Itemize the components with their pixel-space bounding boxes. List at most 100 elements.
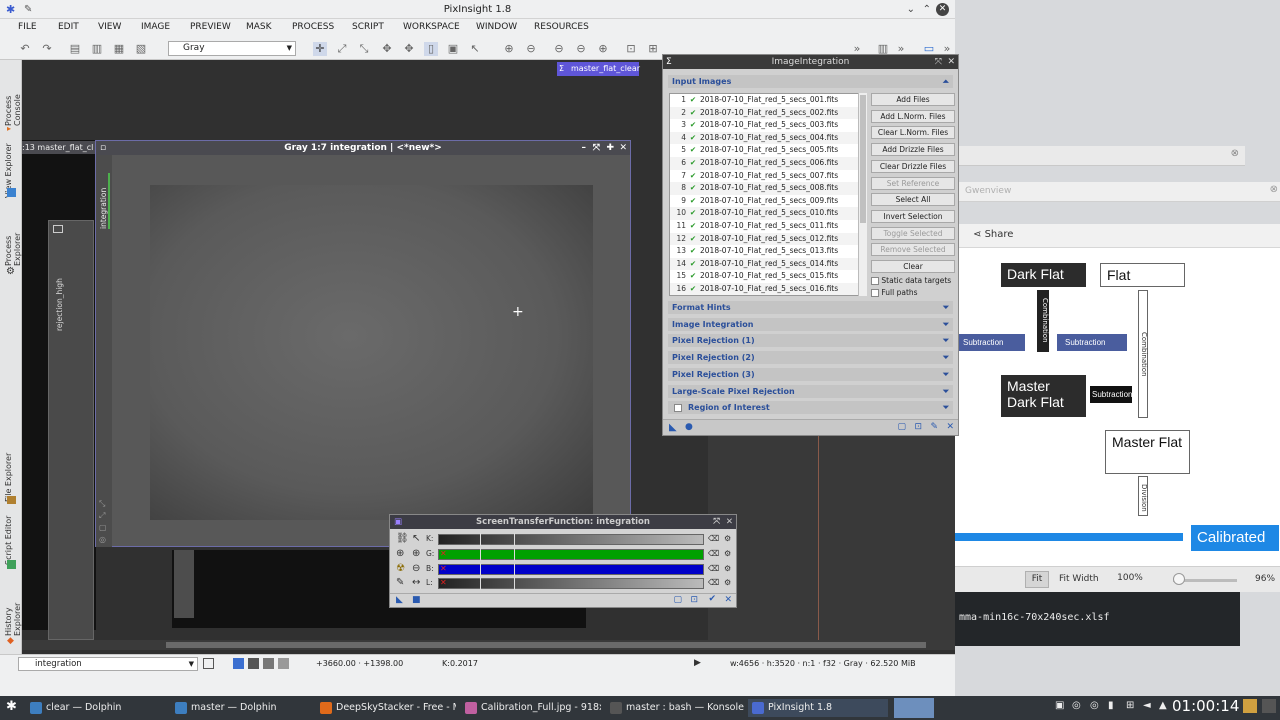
pager-desktop[interactable] <box>894 698 934 718</box>
close-icon[interactable]: ⊗ <box>1270 184 1278 195</box>
table-row[interactable]: 6 ✔ 2018-07-10_Flat_red_5_secs_006.fits <box>670 156 866 170</box>
section-image-integration[interactable]: Image Integration ⏷ <box>668 317 953 331</box>
pan-icon[interactable]: ✥ <box>380 42 394 56</box>
maximize-icon[interactable]: ✚ <box>606 141 614 155</box>
shadows-handle[interactable] <box>480 562 481 576</box>
view-icon[interactable] <box>203 658 214 669</box>
table-row[interactable]: 1 ✔ 2018-07-10_Flat_red_5_secs_001.fits <box>670 94 866 107</box>
play-icon[interactable]: ▶ <box>694 658 701 668</box>
pointer-icon[interactable]: ↖ <box>468 42 482 56</box>
section-input-images[interactable]: Input Images ⏶ <box>668 75 953 88</box>
set-reference-button[interactable]: Set Reference <box>871 176 955 190</box>
clear-l-norm-files-button[interactable]: Clear L.Norm. Files <box>871 126 955 140</box>
add-files-button[interactable]: Add Files <box>871 93 955 106</box>
toolbar-icon[interactable]: ▧ <box>134 42 148 56</box>
taskbar-task[interactable]: master — Dolphin <box>171 699 311 717</box>
stf-channel-row[interactable]: L: ✕ ⌫ ⚙ <box>426 577 731 591</box>
clear-button[interactable]: Clear <box>871 260 955 273</box>
taskbar-task[interactable]: master : bash — Konsole <box>606 699 746 717</box>
toolbar-icon[interactable]: ⊞ <box>646 42 660 56</box>
table-row[interactable]: 16 ✔ 2018-07-10_Flat_red_5_secs_016.fits <box>670 282 866 295</box>
checkmark-icon[interactable]: ✔ <box>708 594 716 604</box>
channel-icon[interactable] <box>278 658 289 669</box>
channel-icon[interactable] <box>248 658 259 669</box>
table-row[interactable]: 13 ✔ 2018-07-10_Flat_red_5_secs_013.fits <box>670 245 866 258</box>
table-row[interactable]: 5 ✔ 2018-07-10_Flat_red_5_secs_005.fits <box>670 144 866 157</box>
pin-icon[interactable]: ✎ <box>24 0 32 19</box>
list-scrollbar[interactable] <box>858 93 867 296</box>
redo-icon[interactable]: ↷ <box>40 42 54 56</box>
channel-settings-icon[interactable]: ⚙ <box>724 564 731 573</box>
zoom-out-icon[interactable]: ⊖ <box>574 42 588 56</box>
table-row[interactable]: 2 ✔ 2018-07-10_Flat_red_5_secs_002.fits <box>670 106 866 120</box>
stf-channel-row[interactable]: G: ✕ ⌫ ⚙ <box>426 547 731 561</box>
scrollbar-thumb[interactable] <box>860 95 866 223</box>
color-mode-select[interactable]: Gray ▼ <box>168 41 296 56</box>
track-view-icon[interactable]: ⊡ <box>690 595 698 605</box>
network-icon[interactable]: ⊞ <box>1126 700 1134 711</box>
menu-preview[interactable]: PREVIEW <box>190 22 231 32</box>
toolbar-icon[interactable]: ▦ <box>112 42 126 56</box>
add-l-norm-files-button[interactable]: Add L.Norm. Files <box>871 109 955 123</box>
shade-icon[interactable]: ⤧ <box>713 515 720 529</box>
fit-icon[interactable]: ⤢ <box>335 42 349 56</box>
apply-icon[interactable]: ■ <box>412 595 421 605</box>
minimize-icon[interactable]: – <box>582 141 587 155</box>
reset-icon[interactable]: ✕ <box>724 595 732 605</box>
reset-channel-icon[interactable]: ⌫ <box>708 564 719 573</box>
taskbar-task[interactable]: PixInsight 1.8 <box>748 699 888 717</box>
zoom-fit-icon[interactable]: ⤡ <box>357 42 371 56</box>
menu-resources[interactable]: RESOURCES <box>534 22 589 32</box>
master-flat-clear-badge[interactable]: Σ master_flat_clear <box>557 62 640 76</box>
add-drizzle-files-button[interactable]: Add Drizzle Files <box>871 143 955 157</box>
checkmark-icon[interactable]: ✔ <box>686 283 700 295</box>
tray-icon[interactable]: ◎ <box>1090 700 1099 711</box>
table-row[interactable]: 9 ✔ 2018-07-10_Flat_red_5_secs_009.fits <box>670 194 866 208</box>
workspace-hscroll[interactable] <box>22 640 955 650</box>
stf-slider-track[interactable] <box>438 548 704 560</box>
table-row[interactable]: 8 ✔ 2018-07-10_Flat_red_5_secs_008.fits <box>670 182 866 195</box>
move-icon[interactable]: ✥ <box>402 42 416 56</box>
checkmark-icon[interactable]: ✔ <box>686 157 700 170</box>
apply-global-icon[interactable]: ● <box>685 422 693 432</box>
menu-script[interactable]: SCRIPT <box>352 22 384 32</box>
browse-doc-icon[interactable]: ▢ <box>673 595 682 605</box>
channel-icon[interactable] <box>263 658 274 669</box>
zoom-out-icon[interactable]: ⊖ <box>412 563 420 574</box>
readout-icon[interactable]: ▯ <box>424 42 438 56</box>
tab-script-editor[interactable]: Script Editor <box>4 515 13 565</box>
checkmark-icon[interactable]: ✔ <box>686 182 700 195</box>
reset-icon[interactable]: ✕ <box>946 422 954 432</box>
static-data-targets-checkbox[interactable]: Static data targets <box>871 276 951 285</box>
close-icon[interactable]: ✕ <box>726 515 733 529</box>
fit-button[interactable]: Fit <box>1025 571 1049 588</box>
stf-slider-track[interactable] <box>438 534 704 545</box>
stf-channel-row[interactable]: K: ⌫ ⚙ <box>426 533 731 546</box>
section-pixel-rejection-3-[interactable]: Pixel Rejection (3) ⏷ <box>668 367 953 381</box>
table-row[interactable]: 15 ✔ 2018-07-10_Flat_red_5_secs_015.fits <box>670 270 866 283</box>
horizontal-arrows-icon[interactable]: ↔ <box>412 577 420 588</box>
toggle-selected-button[interactable]: Toggle Selected <box>871 226 955 240</box>
ii-titlebar[interactable]: Σ ImageIntegration ⤧ ✕ <box>663 55 958 69</box>
full-paths-checkbox[interactable]: Full paths <box>871 288 918 297</box>
checkmark-icon[interactable]: ✔ <box>686 220 700 233</box>
select-all-button[interactable]: Select All <box>871 193 955 207</box>
image-window-integration[interactable]: ▫ Gray 1:7 integration | <*new*> – ⤧ ✚ ✕… <box>95 140 631 547</box>
image-integration-window[interactable]: Σ ImageIntegration ⤧ ✕ Input Images ⏶ 1 ✔… <box>662 54 959 436</box>
auto-stretch-icon[interactable]: ☢ <box>396 563 405 574</box>
channel-settings-icon[interactable]: ⚙ <box>724 534 731 543</box>
minimize-icon[interactable]: ⌄ <box>907 0 915 19</box>
clock[interactable]: 01:00:14 <box>1172 697 1239 715</box>
checkmark-icon[interactable]: ✔ <box>686 170 700 183</box>
fit-width-button[interactable]: Fit Width <box>1059 574 1099 584</box>
zoom-level[interactable]: 100% <box>1115 571 1145 588</box>
share-button[interactable]: Share <box>985 229 1014 240</box>
zoom-in-icon[interactable]: ⊕ <box>396 548 404 559</box>
checkmark-icon[interactable]: ✔ <box>686 233 700 246</box>
midtones-handle[interactable] <box>514 562 515 576</box>
midtones-handle[interactable] <box>514 547 515 561</box>
menu-image[interactable]: IMAGE <box>141 22 170 32</box>
toolbar-icon[interactable]: ▥ <box>90 42 104 56</box>
shadows-handle[interactable] <box>480 577 481 591</box>
taskbar-task[interactable]: DeepSkyStacker - Free - Mo... <box>316 699 456 717</box>
